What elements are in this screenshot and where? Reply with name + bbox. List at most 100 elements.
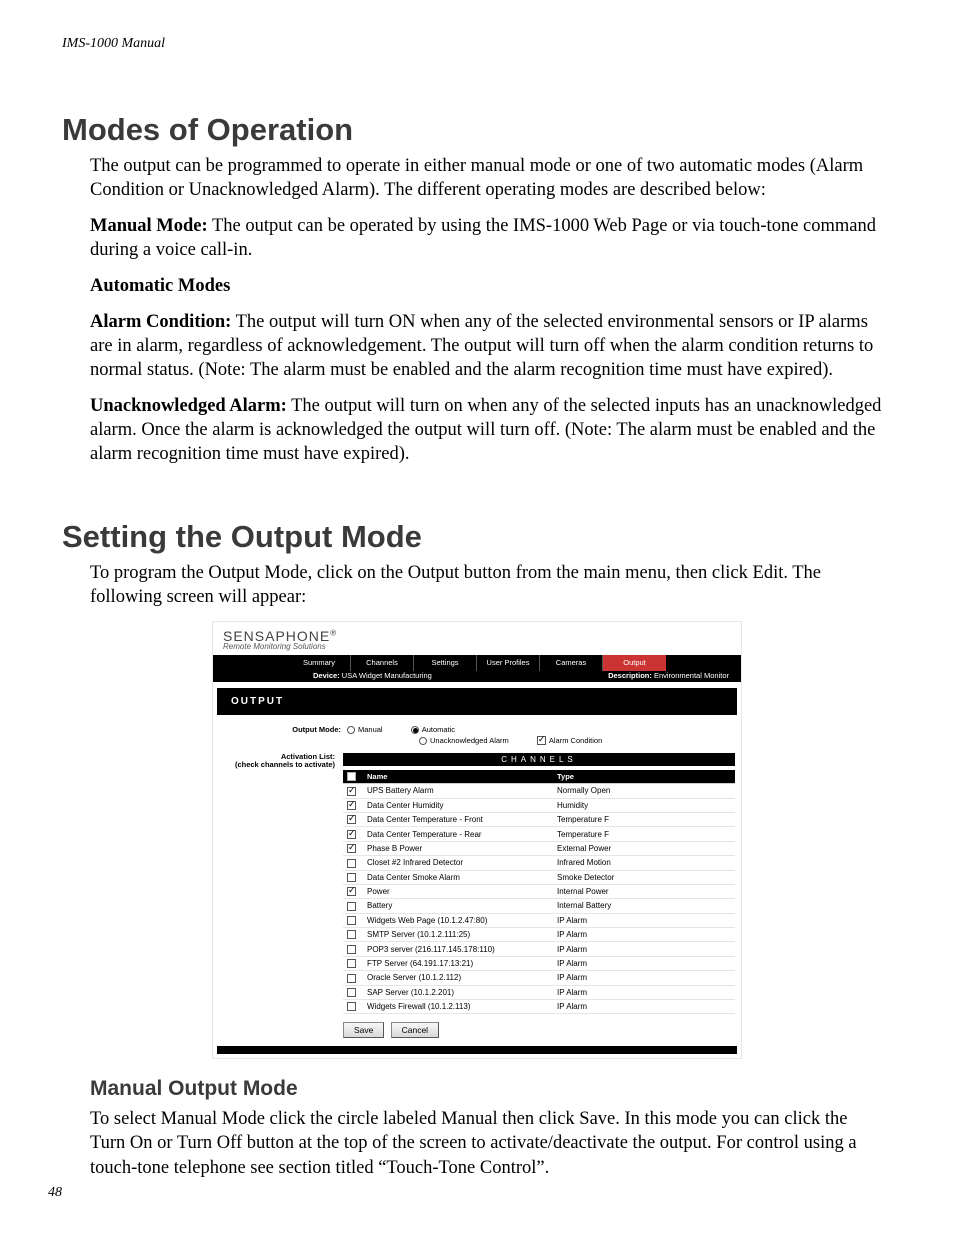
- table-row: UPS Battery AlarmNormally Open: [343, 784, 735, 798]
- body-text: Unacknowledged Alarm: The output will tu…: [90, 394, 882, 466]
- checkbox-icon: [347, 887, 356, 896]
- nav-tab-settings[interactable]: Settings: [414, 655, 477, 671]
- channels-table: Name Type UPS Battery AlarmNormally Open…: [343, 770, 735, 1015]
- radio-manual[interactable]: Manual: [347, 725, 383, 734]
- checkbox-icon: [347, 959, 356, 968]
- checkbox-icon: [537, 736, 546, 745]
- row-type: IP Alarm: [553, 971, 735, 985]
- col-type: Type: [553, 770, 735, 784]
- row-name: Widgets Firewall (10.1.2.113): [363, 1000, 553, 1014]
- checkbox-alarm-condition[interactable]: Alarm Condition: [537, 736, 602, 745]
- row-checkbox[interactable]: [343, 841, 363, 855]
- checkbox-icon: [347, 859, 356, 868]
- heading-manual-output-mode: Manual Output Mode: [90, 1077, 892, 1101]
- nav-tab-summary[interactable]: Summary: [288, 655, 351, 671]
- row-type: IP Alarm: [553, 928, 735, 942]
- row-name: Phase B Power: [363, 841, 553, 855]
- row-checkbox[interactable]: [343, 913, 363, 927]
- col-check-all[interactable]: [343, 770, 363, 784]
- row-checkbox[interactable]: [343, 899, 363, 913]
- table-row: Data Center Temperature - FrontTemperatu…: [343, 812, 735, 826]
- row-name: UPS Battery Alarm: [363, 784, 553, 798]
- brand-area: SENSAPHONE® Remote Monitoring Solutions: [213, 622, 741, 655]
- row-name: SAP Server (10.1.2.201): [363, 985, 553, 999]
- row-checkbox[interactable]: [343, 884, 363, 898]
- row-type: Temperature F: [553, 812, 735, 826]
- checkbox-icon: [347, 787, 356, 796]
- row-name: SMTP Server (10.1.2.111:25): [363, 928, 553, 942]
- checkbox-icon: [347, 902, 356, 911]
- row-name: Data Center Temperature - Front: [363, 812, 553, 826]
- row-name: Data Center Temperature - Rear: [363, 827, 553, 841]
- checkbox-icon: [347, 873, 356, 882]
- save-button[interactable]: Save: [343, 1022, 384, 1038]
- table-row: Phase B PowerExternal Power: [343, 841, 735, 855]
- table-row: PowerInternal Power: [343, 884, 735, 898]
- checkbox-icon: [347, 974, 356, 983]
- table-row: Widgets Web Page (10.1.2.47:80)IP Alarm: [343, 913, 735, 927]
- row-type: Internal Battery: [553, 899, 735, 913]
- row-type: IP Alarm: [553, 985, 735, 999]
- meta-bar: Device: USA Widget Manufacturing Descrip…: [213, 671, 741, 682]
- nav-tab-channels[interactable]: Channels: [351, 655, 414, 671]
- nav-tab-user-profiles[interactable]: User Profiles: [477, 655, 540, 671]
- row-name: Power: [363, 884, 553, 898]
- brand-tagline: Remote Monitoring Solutions: [223, 642, 731, 651]
- row-name: Data Center Smoke Alarm: [363, 870, 553, 884]
- checkbox-icon: [347, 772, 356, 781]
- cancel-button[interactable]: Cancel: [391, 1022, 439, 1038]
- row-name: Battery: [363, 899, 553, 913]
- checkbox-icon: [347, 916, 356, 925]
- row-name: Data Center Humidity: [363, 798, 553, 812]
- running-head: IMS-1000 Manual: [62, 36, 892, 52]
- checkbox-icon: [347, 1002, 356, 1011]
- table-row: SAP Server (10.1.2.201)IP Alarm: [343, 985, 735, 999]
- row-checkbox[interactable]: [343, 812, 363, 826]
- row-type: Temperature F: [553, 827, 735, 841]
- row-checkbox[interactable]: [343, 870, 363, 884]
- row-checkbox[interactable]: [343, 956, 363, 970]
- row-checkbox[interactable]: [343, 856, 363, 870]
- row-name: Oracle Server (10.1.2.112): [363, 971, 553, 985]
- label-manual-mode: Manual Mode:: [90, 216, 208, 236]
- table-row: Oracle Server (10.1.2.112)IP Alarm: [343, 971, 735, 985]
- nav-tab-cameras[interactable]: Cameras: [540, 655, 603, 671]
- channels-header-bar: CHANNELS: [343, 753, 735, 766]
- row-checkbox[interactable]: [343, 798, 363, 812]
- radio-icon: [347, 726, 355, 734]
- row-type: IP Alarm: [553, 956, 735, 970]
- table-row: BatteryInternal Battery: [343, 899, 735, 913]
- row-type: Normally Open: [553, 784, 735, 798]
- body-text: To program the Output Mode, click on the…: [90, 561, 882, 609]
- heading-modes-of-operation: Modes of Operation: [62, 112, 892, 148]
- row-checkbox[interactable]: [343, 971, 363, 985]
- body-text: The output can be operated by using the …: [90, 216, 876, 260]
- row-type: IP Alarm: [553, 1000, 735, 1014]
- output-mode-group: Output Mode: Manual Automatic Unacknowle…: [213, 725, 741, 754]
- checkbox-icon: [347, 801, 356, 810]
- row-checkbox[interactable]: [343, 784, 363, 798]
- row-type: IP Alarm: [553, 942, 735, 956]
- subheading-automatic-modes: Automatic Modes: [90, 274, 882, 298]
- label-alarm-condition: Alarm Condition:: [90, 312, 231, 332]
- table-row: FTP Server (64.191.17.13:21)IP Alarm: [343, 956, 735, 970]
- footer-bar: [217, 1046, 737, 1054]
- label-unacknowledged-alarm: Unacknowledged Alarm:: [90, 396, 287, 416]
- table-row: POP3 server (216.117.145.178:110)IP Alar…: [343, 942, 735, 956]
- checkbox-icon: [347, 945, 356, 954]
- row-checkbox[interactable]: [343, 827, 363, 841]
- row-type: Smoke Detector: [553, 870, 735, 884]
- row-checkbox[interactable]: [343, 928, 363, 942]
- radio-unacknowledged-alarm[interactable]: Unacknowledged Alarm: [419, 736, 509, 745]
- row-type: Infrared Motion: [553, 856, 735, 870]
- body-text: To select Manual Mode click the circle l…: [90, 1107, 882, 1179]
- row-checkbox[interactable]: [343, 1000, 363, 1014]
- screenshot-output-config: SENSAPHONE® Remote Monitoring Solutions …: [212, 621, 742, 1060]
- radio-automatic[interactable]: Automatic: [411, 725, 455, 734]
- nav-tab-output[interactable]: Output: [603, 655, 666, 671]
- table-row: Data Center Smoke AlarmSmoke Detector: [343, 870, 735, 884]
- row-checkbox[interactable]: [343, 985, 363, 999]
- row-type: External Power: [553, 841, 735, 855]
- table-row: Widgets Firewall (10.1.2.113)IP Alarm: [343, 1000, 735, 1014]
- row-checkbox[interactable]: [343, 942, 363, 956]
